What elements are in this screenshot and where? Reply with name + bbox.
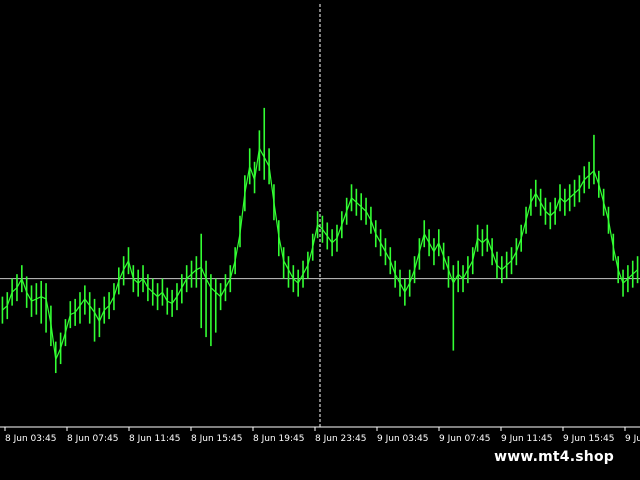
- x-tick-label: 8 Jun 07:45: [67, 434, 118, 444]
- x-tick-label: 8 Jun 15:45: [191, 434, 242, 444]
- watermark-text: www.mt4.shop: [484, 446, 624, 468]
- price-chart-area[interactable]: 8 Jun 03:45 8 Jun 07:45 8 Jun 11:45 8 Jun 1…: [0, 0, 640, 450]
- x-tick-label: 8 Jun 11:45: [129, 434, 180, 444]
- x-tick-label: 9 Jun: [625, 434, 640, 444]
- chart-marks: [0, 4, 640, 428]
- x-axis-ticks: 8 Jun 03:45 8 Jun 07:45 8 Jun 11:45 8 Jun 1…: [4, 427, 640, 444]
- price-chart[interactable]: 8 Jun 03:45 8 Jun 07:45 8 Jun 11:45 8 Jun 1…: [0, 0, 640, 450]
- x-tick-label: 9 Jun 07:45: [439, 434, 490, 444]
- x-tick-label: 9 Jun 11:45: [501, 434, 552, 444]
- x-tick-label: 8 Jun 03:45: [5, 434, 56, 444]
- x-tick-label: 8 Jun 23:45: [315, 434, 366, 444]
- x-tick-label: 8 Jun 19:45: [253, 434, 304, 444]
- x-tick-label: 9 Jun 15:45: [563, 434, 614, 444]
- x-tick-label: 9 Jun 03:45: [377, 434, 428, 444]
